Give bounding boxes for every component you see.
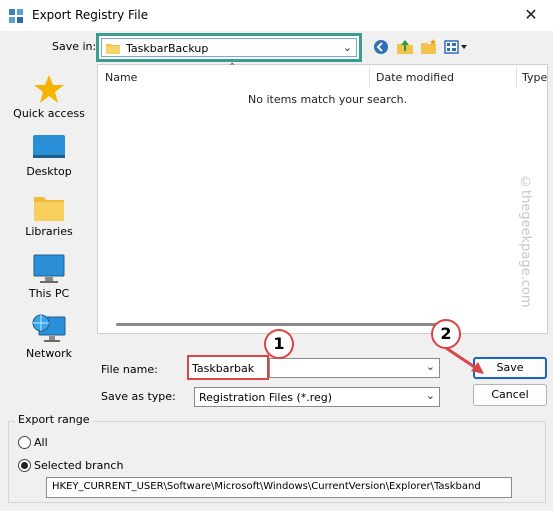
view-menu-icon[interactable] [444, 38, 468, 56]
column-type[interactable]: Type [522, 71, 547, 84]
place-label: Quick access [13, 107, 85, 120]
file-name-label: File name: [101, 363, 158, 376]
place-label: Libraries [25, 225, 73, 238]
registry-editor-icon [9, 9, 23, 23]
radio-all-label[interactable]: All [34, 436, 48, 449]
save-as-type-label: Save as type: [101, 390, 176, 403]
title-bar: Export Registry File ✕ [0, 0, 553, 31]
save-as-type-value: Registration Files (*.reg) [199, 391, 333, 404]
chevron-down-icon: ⌄ [342, 41, 352, 54]
column-separator[interactable] [369, 67, 370, 87]
place-quick-access[interactable]: Quick access [5, 73, 93, 120]
save-as-type-dropdown[interactable]: Registration Files (*.reg) ⌄ [194, 387, 440, 407]
desktop-icon [33, 135, 65, 158]
file-name-combo[interactable]: ⌄ [269, 358, 440, 378]
radio-selected-branch[interactable] [18, 459, 31, 472]
export-range-group: Export range All Selected branch HKEY_CU… [8, 413, 546, 503]
save-in-value: TaskbarBackup [126, 42, 209, 55]
save-in-label: Save in: [52, 40, 97, 53]
file-name-input[interactable] [192, 361, 266, 375]
folder-icon [106, 44, 120, 54]
branch-path-input[interactable]: HKEY_CURRENT_USER\Software\Microsoft\Win… [46, 477, 512, 498]
libraries-icon [34, 197, 64, 221]
annotation-arrow-icon [445, 346, 484, 374]
network-icon [32, 314, 66, 342]
save-in-dropdown[interactable]: TaskbarBackup ⌄ [96, 33, 362, 62]
sort-caret-icon: ⌃ [228, 62, 237, 73]
step-1-badge: 1 [264, 329, 294, 359]
new-folder-icon[interactable] [420, 38, 438, 56]
file-list[interactable]: ⌃ Name Date modified Type No items match… [97, 62, 548, 334]
places-bar: Quick access Desktop Libraries This PC N… [5, 65, 93, 375]
place-label: Desktop [26, 165, 72, 178]
radio-all[interactable] [18, 436, 31, 449]
column-separator[interactable] [516, 67, 517, 87]
horizontal-scrollbar[interactable] [116, 323, 436, 326]
chevron-down-icon: ⌄ [425, 389, 435, 402]
watermark: ©thegeekpage.com [518, 175, 533, 308]
place-label: This PC [28, 287, 70, 300]
place-desktop[interactable]: Desktop [5, 133, 93, 178]
column-name[interactable]: Name [105, 71, 137, 84]
star-icon [34, 75, 64, 103]
place-label: Network [26, 347, 72, 360]
up-folder-icon[interactable] [396, 38, 414, 56]
radio-selected-branch-label[interactable]: Selected branch [34, 459, 123, 472]
place-libraries[interactable]: Libraries [5, 193, 93, 238]
back-icon[interactable] [372, 38, 390, 56]
empty-message: No items match your search. [248, 93, 408, 106]
window-title: Export Registry File [32, 8, 149, 22]
file-name-field[interactable] [187, 355, 269, 380]
this-pc-icon [33, 254, 65, 283]
close-button[interactable]: ✕ [517, 2, 545, 28]
export-range-title: Export range [15, 413, 93, 426]
place-this-pc[interactable]: This PC [5, 253, 93, 300]
place-network[interactable]: Network [5, 313, 93, 360]
chevron-down-icon[interactable]: ⌄ [426, 360, 435, 373]
cancel-button[interactable]: Cancel [473, 384, 547, 406]
column-date-modified[interactable]: Date modified [376, 71, 454, 84]
